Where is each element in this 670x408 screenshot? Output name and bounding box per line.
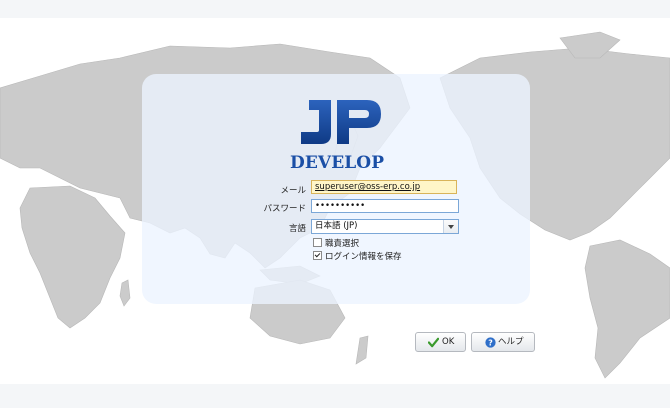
language-label: 言語 [288, 224, 306, 234]
email-value: superuser@oss-erp.co.jp [315, 182, 421, 192]
svg-text:?: ? [488, 338, 493, 347]
email-label: メール [280, 186, 306, 196]
ok-button-label: OK [442, 337, 455, 347]
language-value: 日本語 (JP) [315, 221, 358, 231]
save-login-label: ログイン情報を保存 [325, 252, 402, 262]
chevron-down-icon[interactable] [443, 220, 458, 233]
help-button-label: ヘルプ [498, 337, 524, 347]
select-role-label: 職責選択 [325, 239, 360, 249]
save-login-checkbox[interactable]: ログイン情報を保存 [313, 251, 402, 262]
ok-button[interactable]: OK [415, 332, 466, 352]
jp-develop-logo: DEVELOP [290, 100, 384, 173]
select-role-checkbox[interactable]: 職責選択 [313, 238, 359, 249]
email-field[interactable]: superuser@oss-erp.co.jp [311, 180, 457, 194]
checkbox-icon[interactable] [313, 238, 322, 247]
checkbox-checked-icon[interactable] [313, 251, 322, 260]
password-field[interactable]: •••••••••• [311, 199, 459, 213]
check-icon [428, 337, 439, 348]
question-icon: ? [485, 337, 496, 348]
help-button[interactable]: ? ヘルプ [471, 332, 535, 352]
logo-subtitle: DEVELOP [290, 153, 384, 173]
password-label: パスワード [263, 204, 306, 214]
language-select[interactable]: 日本語 (JP) [311, 219, 459, 234]
